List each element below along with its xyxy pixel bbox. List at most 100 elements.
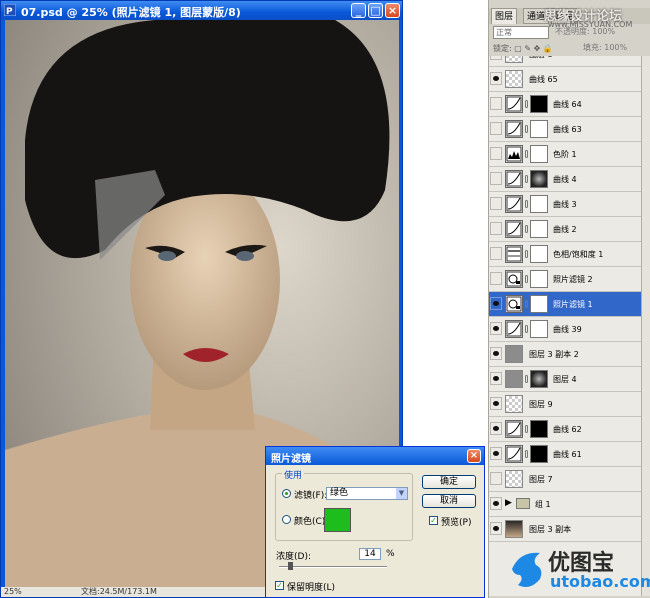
chain-link-icon[interactable]: [525, 250, 528, 258]
photoshop-workspace: P 07.psd @ 25% (照片滤镜 1, 图层蒙版/8) _ □ × 25…: [0, 0, 650, 598]
layer-row[interactable]: 图层 3 副本: [489, 517, 641, 542]
tab-layers[interactable]: 图层: [491, 8, 518, 24]
layer-mask-thumbnail[interactable]: [530, 195, 548, 213]
layer-name: 曲线 61: [553, 450, 582, 459]
layer-mask-thumbnail[interactable]: [530, 145, 548, 163]
layer-row[interactable]: 曲线 39: [489, 317, 641, 342]
layer-list-scrollbar[interactable]: [641, 56, 650, 596]
layer-row[interactable]: 色阶 1: [489, 142, 641, 167]
layer-mask-thumbnail[interactable]: [530, 320, 548, 338]
chain-link-icon[interactable]: [525, 275, 528, 283]
layer-mask-thumbnail[interactable]: [530, 120, 548, 138]
layer-row[interactable]: 图层 8: [489, 56, 641, 67]
visibility-eye-icon[interactable]: [490, 347, 502, 360]
chain-link-icon[interactable]: [525, 300, 528, 308]
layer-row[interactable]: 曲线 64: [489, 92, 641, 117]
document-title-bar[interactable]: P 07.psd @ 25% (照片滤镜 1, 图层蒙版/8) _ □ ×: [1, 1, 402, 20]
visibility-eye-icon[interactable]: [490, 222, 502, 235]
use-group-label: 使用: [282, 468, 305, 481]
filter-select[interactable]: 绿色 ▼: [326, 487, 408, 500]
chain-link-icon[interactable]: [525, 175, 528, 183]
chain-link-icon[interactable]: [525, 125, 528, 133]
photo-filter-dialog: 照片滤镜 × 使用 滤镜(F): 绿色 ▼ 颜色(C): 确定 取消 ✓ 预览(…: [265, 446, 485, 598]
visibility-eye-icon[interactable]: [490, 56, 502, 60]
layer-mask-thumbnail[interactable]: [530, 370, 548, 388]
chain-link-icon[interactable]: [525, 375, 528, 383]
minimize-button[interactable]: _: [351, 3, 366, 18]
visibility-eye-icon[interactable]: [490, 297, 502, 310]
visibility-eye-icon[interactable]: [490, 447, 502, 460]
layer-row[interactable]: 曲线 63: [489, 117, 641, 142]
adjustment-layer-icon: [505, 270, 523, 288]
density-slider-track[interactable]: [279, 566, 387, 568]
maximize-button[interactable]: □: [368, 3, 383, 18]
expand-arrow-icon[interactable]: ▶: [505, 498, 512, 508]
density-input[interactable]: 14: [359, 548, 381, 560]
chain-link-icon[interactable]: [525, 200, 528, 208]
layer-mask-thumbnail[interactable]: [530, 420, 548, 438]
layer-thumbnail: [505, 520, 523, 538]
dialog-title-bar[interactable]: 照片滤镜 ×: [266, 447, 484, 465]
visibility-eye-icon[interactable]: [490, 97, 502, 110]
preserve-luminosity-checkbox[interactable]: ✓: [275, 581, 284, 590]
visibility-eye-icon[interactable]: [490, 372, 502, 385]
layer-row[interactable]: 图层 3 副本 2: [489, 342, 641, 367]
layer-mask-thumbnail[interactable]: [530, 445, 548, 463]
layer-mask-thumbnail[interactable]: [530, 295, 548, 313]
layer-mask-thumbnail[interactable]: [530, 220, 548, 238]
dialog-close-button[interactable]: ×: [467, 449, 481, 463]
ok-button[interactable]: 确定: [422, 475, 476, 489]
chevron-down-icon[interactable]: ▼: [396, 488, 407, 499]
layer-row[interactable]: 曲线 61: [489, 442, 641, 467]
layer-row[interactable]: 照片滤镜 1: [489, 292, 641, 317]
visibility-eye-icon[interactable]: [490, 72, 502, 85]
layer-row[interactable]: 色相/饱和度 1: [489, 242, 641, 267]
layer-row[interactable]: 曲线 65: [489, 67, 641, 92]
chain-link-icon[interactable]: [525, 100, 528, 108]
visibility-eye-icon[interactable]: [490, 197, 502, 210]
cancel-button[interactable]: 取消: [422, 494, 476, 508]
zoom-readout[interactable]: 25%: [4, 587, 22, 597]
layer-row[interactable]: ▶ 组 1: [489, 492, 641, 517]
filter-radio[interactable]: [282, 489, 291, 498]
layer-row[interactable]: 曲线 2: [489, 217, 641, 242]
preview-checkbox[interactable]: ✓: [429, 516, 438, 525]
color-swatch[interactable]: [324, 508, 351, 532]
blend-mode-select[interactable]: 正常: [493, 26, 549, 39]
layer-row[interactable]: 曲线 62: [489, 417, 641, 442]
visibility-eye-icon[interactable]: [490, 172, 502, 185]
layer-row[interactable]: 照片滤镜 2: [489, 267, 641, 292]
layer-row[interactable]: 图层 4: [489, 367, 641, 392]
layer-mask-thumbnail[interactable]: [530, 95, 548, 113]
layer-mask-thumbnail[interactable]: [530, 270, 548, 288]
visibility-eye-icon[interactable]: [490, 122, 502, 135]
layer-row[interactable]: 图层 7: [489, 467, 641, 492]
fill-field[interactable]: 填充: 100%: [583, 42, 627, 53]
visibility-eye-icon[interactable]: [490, 272, 502, 285]
visibility-eye-icon[interactable]: [490, 422, 502, 435]
layer-thumbnail: [505, 370, 523, 388]
visibility-eye-icon[interactable]: [490, 322, 502, 335]
visibility-eye-icon[interactable]: [490, 522, 502, 535]
visibility-eye-icon[interactable]: [490, 247, 502, 260]
chain-link-icon[interactable]: [525, 150, 528, 158]
layer-name: 图层 9: [529, 400, 553, 409]
visibility-eye-icon[interactable]: [490, 497, 502, 510]
density-slider-thumb[interactable]: [288, 562, 293, 570]
chain-link-icon[interactable]: [525, 325, 528, 333]
visibility-eye-icon[interactable]: [490, 147, 502, 160]
chain-link-icon[interactable]: [525, 225, 528, 233]
layer-row[interactable]: 曲线 4: [489, 167, 641, 192]
layer-row[interactable]: 曲线 3: [489, 192, 641, 217]
close-button[interactable]: ×: [385, 3, 400, 18]
visibility-eye-icon[interactable]: [490, 472, 502, 485]
chain-link-icon[interactable]: [525, 450, 528, 458]
layer-mask-thumbnail[interactable]: [530, 245, 548, 263]
color-radio[interactable]: [282, 515, 291, 524]
layer-row[interactable]: 图层 9: [489, 392, 641, 417]
layer-name: 图层 3 副本 2: [529, 350, 579, 359]
document-title: 07.psd @ 25% (照片滤镜 1, 图层蒙版/8): [21, 6, 241, 19]
visibility-eye-icon[interactable]: [490, 397, 502, 410]
chain-link-icon[interactable]: [525, 425, 528, 433]
layer-mask-thumbnail[interactable]: [530, 170, 548, 188]
